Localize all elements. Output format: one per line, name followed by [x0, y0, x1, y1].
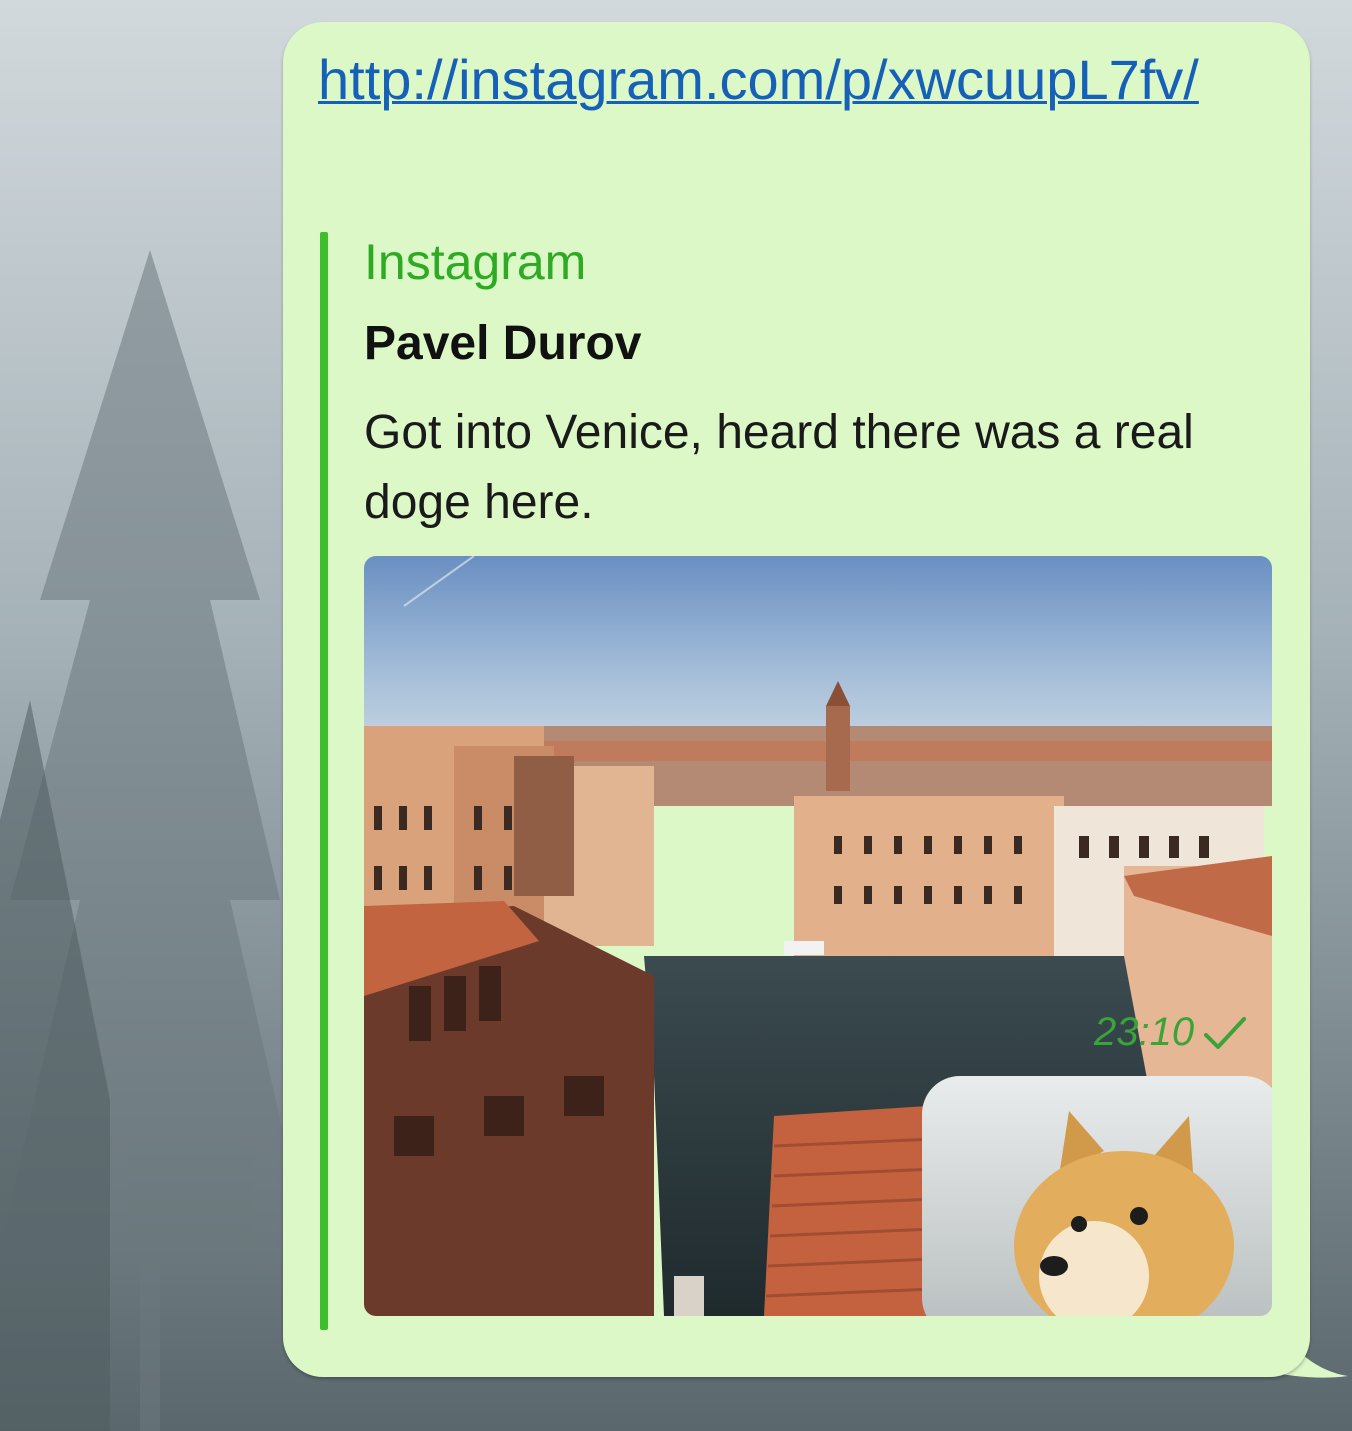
link-preview-description: Got into Venice, heard there was a real … [364, 406, 1194, 529]
link-preview-photo[interactable] [364, 556, 1272, 1316]
link-preview-author: Pavel Durov [364, 317, 642, 370]
link-preview-accent-bar [320, 232, 328, 1330]
single-check-icon [1204, 1016, 1247, 1049]
message-time: 23:10 [1094, 1010, 1195, 1054]
link-preview-site-name: Instagram [364, 234, 587, 290]
message-link[interactable]: http://instagram.com/p/xwcuupL7fv/ [318, 50, 1278, 110]
